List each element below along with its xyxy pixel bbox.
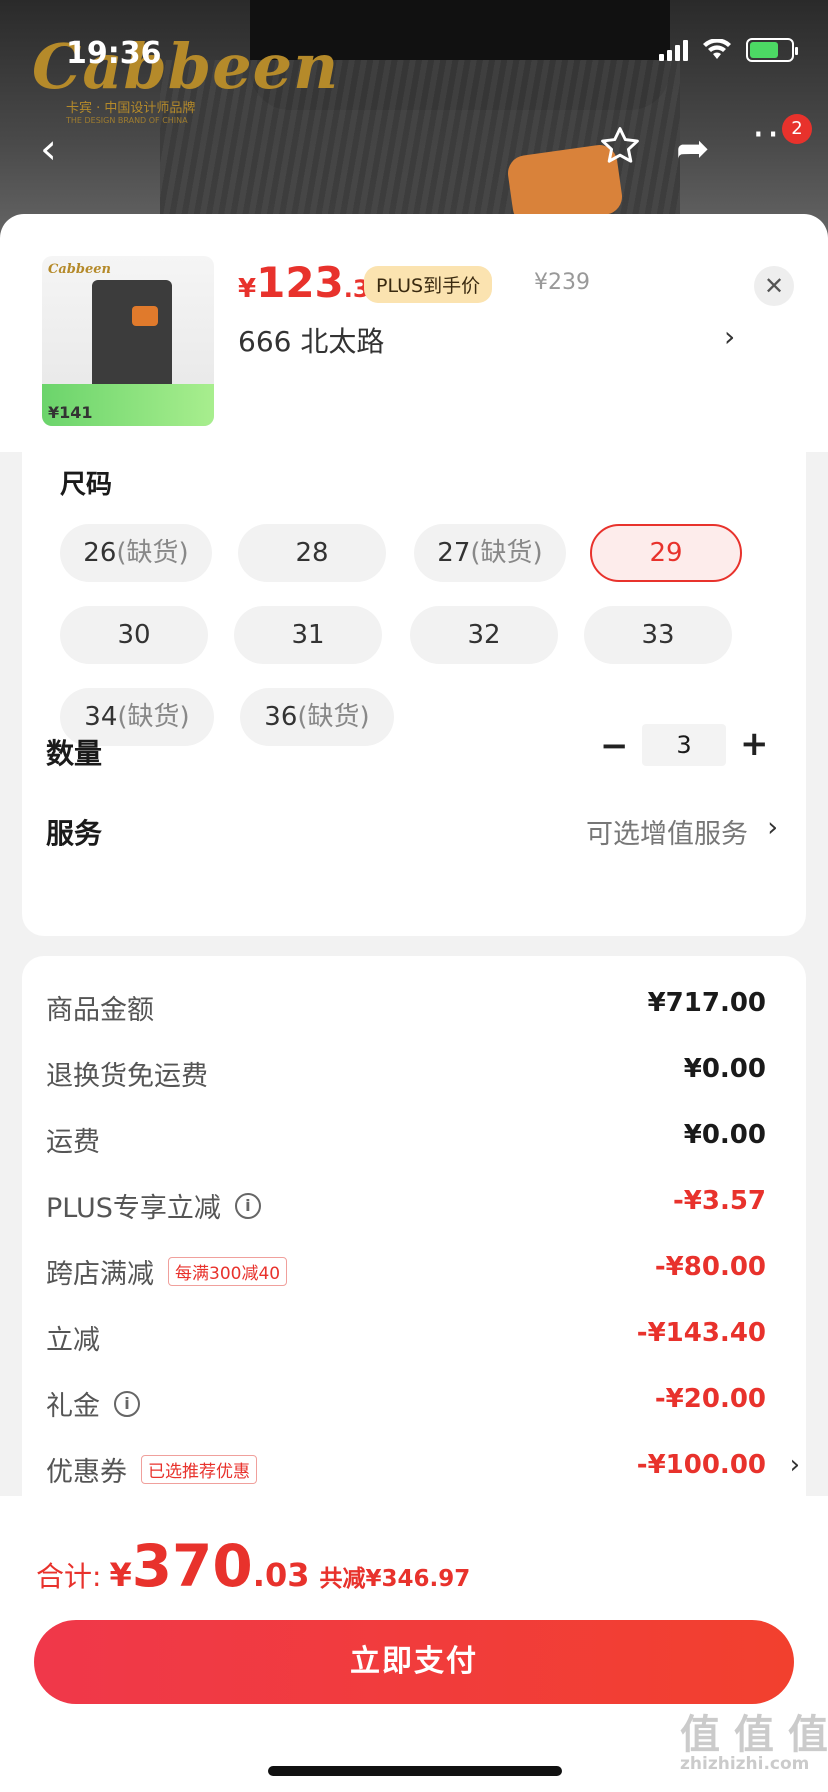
detail-label: 优惠券	[46, 1457, 127, 1488]
watermark-sub: zhizhizhi.com	[680, 1754, 810, 1774]
size-value: 27	[437, 538, 471, 568]
info-icon[interactable]: i	[234, 1192, 261, 1219]
size-title: 尺码	[60, 470, 113, 500]
top-nav: ‹ ➦ ··· 2	[0, 112, 828, 182]
delivery-address[interactable]: 666 北太路	[238, 320, 384, 360]
pay-now-button[interactable]: 立即支付	[34, 1620, 794, 1704]
price-details-card: 商品金额 ¥717.00 退换货免运费 ¥0.00 运费 ¥0.00 PLUS专…	[22, 956, 806, 1496]
detail-value: -¥80.00	[654, 1252, 766, 1282]
signal-icon	[659, 39, 688, 61]
detail-value: -¥143.40	[636, 1318, 766, 1348]
watermark-text: 值 值 值	[680, 1712, 828, 1758]
share-icon[interactable]: ➦	[676, 126, 710, 172]
size-out-of-stock: (缺货)	[297, 702, 370, 732]
product-thumbnail[interactable]: Cabbeen ¥141	[42, 256, 214, 426]
detail-label: 运费	[46, 1127, 100, 1158]
options-card: 尺码 26(缺货) 28 27(缺货) 29 30 31 32 33 34(缺货…	[22, 452, 806, 936]
watermark: 值 值 值 zhizhizhi.com	[680, 1702, 828, 1774]
detail-row: 运费 ¥0.00	[46, 1120, 766, 1160]
total-price: 合计: ¥ 370 .03 共减¥346.97	[36, 1532, 470, 1600]
coupon-tag: 已选推荐优惠	[141, 1455, 257, 1484]
info-icon[interactable]: i	[114, 1390, 140, 1417]
detail-row: 跨店满减 每满300减40 -¥80.00	[46, 1252, 766, 1292]
service-label: 服务	[46, 817, 103, 850]
service-value[interactable]: 可选增值服务	[586, 812, 748, 851]
quantity-decrease-button[interactable]: −	[600, 726, 629, 766]
size-chip-selected[interactable]: 29	[590, 524, 742, 582]
quantity-increase-button[interactable]: +	[740, 724, 769, 764]
detail-value: -¥100.00	[636, 1450, 766, 1480]
detail-value: -¥3.57	[672, 1186, 766, 1216]
size-value: 31	[291, 620, 325, 650]
detail-row: 商品金额 ¥717.00	[46, 988, 766, 1028]
original-price: ¥239	[534, 270, 590, 295]
size-out-of-stock: (缺货)	[470, 538, 543, 568]
battery-icon	[746, 38, 798, 62]
detail-label: 退换货免运费	[46, 1061, 208, 1092]
size-out-of-stock: (缺货)	[116, 538, 189, 568]
size-value: 32	[467, 620, 501, 650]
size-chip[interactable]: 32	[410, 606, 558, 664]
total-label: 合计:	[36, 1560, 102, 1593]
size-chip[interactable]: 26(缺货)	[60, 524, 212, 582]
favorite-star-icon[interactable]	[598, 124, 642, 168]
detail-value: -¥20.00	[654, 1384, 766, 1414]
detail-row: 礼金 i -¥20.00	[46, 1384, 766, 1424]
price-symbol: ¥	[238, 274, 257, 304]
message-badge: 2	[782, 114, 812, 144]
detail-label: 商品金额	[46, 995, 154, 1026]
detail-label: PLUS专享立减	[46, 1193, 221, 1224]
total-integer: 370	[131, 1532, 253, 1600]
sku-sheet-header: Cabbeen ¥141 ¥ 123 .34 PLUS到手价 ¥239 ✕ 66…	[0, 214, 828, 452]
size-chip[interactable]: 36(缺货)	[240, 688, 394, 746]
back-icon[interactable]: ‹	[40, 124, 57, 173]
quantity-label: 数量	[46, 737, 103, 770]
size-chip[interactable]: 30	[60, 606, 208, 664]
size-value: 33	[641, 620, 675, 650]
detail-row-coupon[interactable]: 优惠券 已选推荐优惠 -¥100.00 ›	[46, 1450, 800, 1490]
chevron-right-icon[interactable]: ›	[790, 1450, 800, 1480]
detail-row: PLUS专享立减 i -¥3.57	[46, 1186, 766, 1226]
size-chip[interactable]: 28	[238, 524, 386, 582]
status-icons	[659, 38, 798, 62]
wifi-icon	[703, 39, 731, 59]
thumbnail-patch	[132, 306, 158, 326]
thumbnail-price: ¥141	[48, 403, 93, 422]
size-value: 29	[649, 538, 683, 568]
size-chip[interactable]: 31	[234, 606, 382, 664]
promo-tag: 每满300减40	[168, 1257, 288, 1286]
size-out-of-stock: (缺货)	[117, 702, 190, 732]
total-saved: 共减¥346.97	[319, 1566, 471, 1592]
detail-label: 立减	[46, 1325, 100, 1356]
detail-label: 跨店满减	[46, 1259, 154, 1290]
size-chip[interactable]: 27(缺货)	[414, 524, 566, 582]
status-time: 19:36	[66, 36, 162, 71]
detail-row: 退换货免运费 ¥0.00	[46, 1054, 766, 1094]
thumbnail-logo: Cabbeen	[48, 262, 111, 277]
detail-value: ¥717.00	[647, 988, 766, 1018]
size-chip[interactable]: 33	[584, 606, 732, 664]
quantity-input[interactable]: 3	[642, 724, 726, 766]
checkout-bar: 合计: ¥ 370 .03 共减¥346.97 立即支付 值 值 值 zhizh…	[0, 1496, 828, 1792]
home-indicator[interactable]	[268, 1766, 562, 1776]
total-decimal: .03	[252, 1556, 310, 1594]
detail-row: 立减 -¥143.40	[46, 1318, 766, 1358]
detail-value: ¥0.00	[683, 1120, 766, 1150]
total-symbol: ¥	[109, 1556, 132, 1594]
thumbnail-jeans	[92, 280, 172, 390]
chevron-right-icon[interactable]: ›	[724, 320, 735, 353]
size-value: 30	[117, 620, 151, 650]
detail-label: 礼金	[46, 1391, 100, 1422]
size-value: 26	[83, 538, 117, 568]
status-bar: 19:36	[0, 0, 828, 100]
size-value: 34	[84, 702, 118, 732]
close-button[interactable]: ✕	[754, 266, 794, 306]
price-integer: 123	[256, 258, 344, 307]
detail-value: ¥0.00	[683, 1054, 766, 1084]
size-value: 36	[264, 702, 298, 732]
plus-price-tag: PLUS到手价	[364, 266, 493, 303]
chevron-right-icon[interactable]: ›	[767, 812, 778, 843]
size-value: 28	[295, 538, 329, 568]
